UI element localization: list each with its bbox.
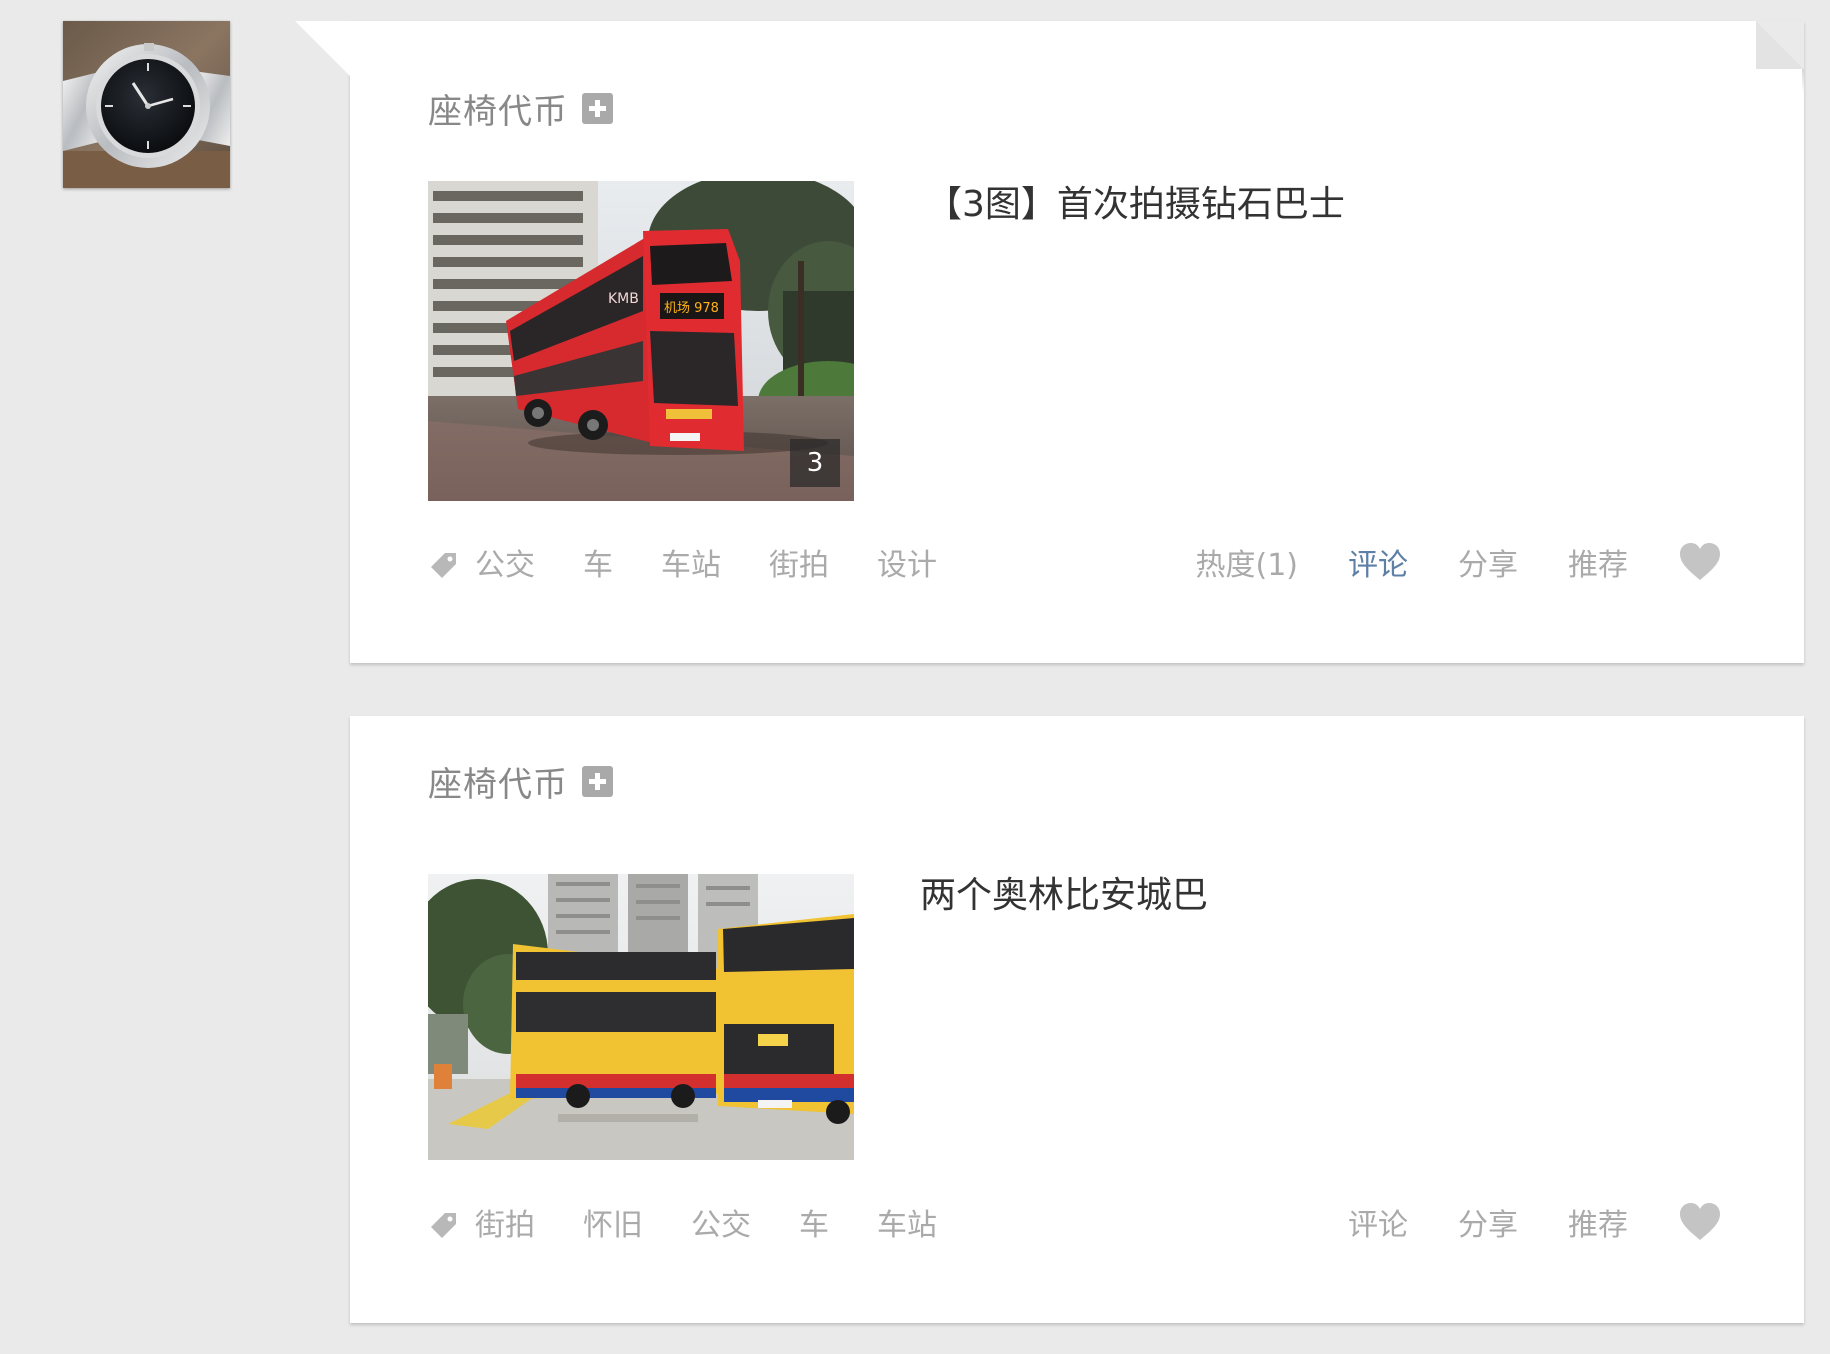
post-footer: 公交 车 车站 街拍 设计 热度(1) 评论 分享 推荐 xyxy=(428,537,1722,587)
card-pointer xyxy=(295,21,350,76)
share-link[interactable]: 分享 xyxy=(1458,1200,1518,1244)
page-fold-corner xyxy=(1756,21,1804,69)
author-row: 座椅代币 xyxy=(428,757,613,806)
tag-list: 公交 车 车站 街拍 设计 xyxy=(475,540,985,584)
image-count-badge: 3 xyxy=(790,439,840,487)
tag-link[interactable]: 街拍 xyxy=(769,540,829,584)
avatar[interactable] xyxy=(63,21,230,188)
post-footer: 街拍 怀旧 公交 车 车站 评论 分享 推荐 xyxy=(428,1197,1722,1247)
tag-link[interactable]: 车 xyxy=(583,540,613,584)
heart-icon[interactable] xyxy=(1678,540,1722,584)
wristwatch-photo xyxy=(63,21,230,188)
plus-square-icon[interactable] xyxy=(582,765,613,797)
recommend-link[interactable]: 推荐 xyxy=(1568,1200,1628,1244)
tag-icon xyxy=(431,553,456,578)
plus-square-icon[interactable] xyxy=(582,92,613,124)
post-image[interactable] xyxy=(428,874,854,1160)
tag-link[interactable]: 车站 xyxy=(877,1200,937,1244)
post-title[interactable]: 两个奥林比安城巴 xyxy=(920,866,1208,918)
tag-link[interactable]: 车 xyxy=(799,1200,829,1244)
tag-link[interactable]: 设计 xyxy=(877,540,937,584)
tag-link[interactable]: 车站 xyxy=(661,540,721,584)
post-image[interactable]: 机场 978 KMB 3 xyxy=(428,181,854,501)
post-card: 座椅代币 xyxy=(350,716,1804,1323)
comment-link[interactable]: 评论 xyxy=(1348,1200,1408,1244)
share-link[interactable]: 分享 xyxy=(1458,540,1518,584)
comment-link[interactable]: 评论 xyxy=(1348,540,1408,584)
tag-link[interactable]: 公交 xyxy=(475,540,535,584)
tag-link[interactable]: 怀旧 xyxy=(583,1200,643,1244)
svg-text:KMB: KMB xyxy=(608,291,639,307)
yellow-double-decker-buses-photo xyxy=(428,874,854,1160)
heat-link[interactable]: 热度(1) xyxy=(1196,540,1299,584)
post-actions: 评论 分享 推荐 xyxy=(1298,1200,1722,1244)
tag-list: 街拍 怀旧 公交 车 车站 xyxy=(475,1200,985,1244)
svg-text:机场 978: 机场 978 xyxy=(664,301,719,316)
post-card: 座椅代币 xyxy=(295,21,1804,663)
author-name[interactable]: 座椅代币 xyxy=(428,84,568,133)
post-actions: 热度(1) 评论 分享 推荐 xyxy=(1146,540,1723,584)
heart-icon[interactable] xyxy=(1678,1200,1722,1244)
tag-icon xyxy=(431,1213,456,1238)
tag-link[interactable]: 公交 xyxy=(691,1200,751,1244)
author-name[interactable]: 座椅代币 xyxy=(428,757,568,806)
tag-link[interactable]: 街拍 xyxy=(475,1200,535,1244)
post-title[interactable]: 【3图】首次拍摄钻石巴士 xyxy=(926,175,1345,227)
fold-shadow xyxy=(1802,69,1804,93)
author-row: 座椅代币 xyxy=(428,84,613,133)
recommend-link[interactable]: 推荐 xyxy=(1568,540,1628,584)
